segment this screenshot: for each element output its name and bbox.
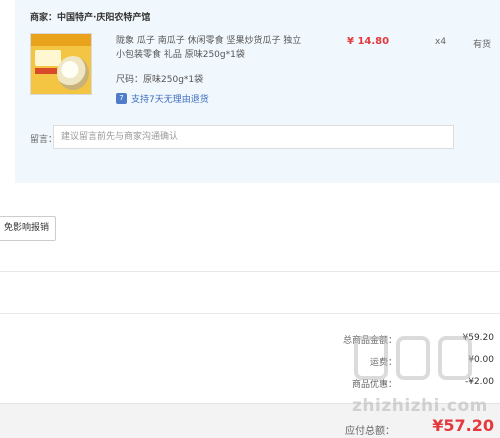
payable-total: ¥57.20 bbox=[432, 416, 494, 435]
goods-total-value: ¥59.20 bbox=[462, 333, 495, 343]
divider bbox=[0, 271, 500, 272]
product-thumbnail[interactable] bbox=[30, 33, 92, 95]
remark-input[interactable] bbox=[53, 125, 454, 149]
shop-label: 商家： bbox=[30, 13, 58, 23]
product-spec: 尺码：原味250g*1袋 bbox=[116, 72, 203, 85]
order-card: 商家：中国特产·庆阳农特产馆 陇象 瓜子 南瓜子 休闲零食 坚果炒货瓜子 独立小… bbox=[15, 0, 500, 183]
product-quantity: x4 bbox=[435, 37, 447, 47]
spec-label: 尺码： bbox=[116, 75, 144, 85]
goods-total-label: 总商品金额： bbox=[342, 336, 397, 346]
product-title-link[interactable]: 陇象 瓜子 南瓜子 休闲零食 坚果炒货瓜子 独立小包装零食 礼品 原味250g*… bbox=[116, 34, 306, 62]
seven-day-return-icon: 7 bbox=[116, 93, 127, 104]
shop-header: 商家：中国特产·庆阳农特产馆 bbox=[30, 10, 150, 23]
product-price: ¥ 14.80 bbox=[347, 36, 390, 47]
spec-value: 原味250g*1袋 bbox=[143, 75, 204, 85]
discount-label: 商品优惠： bbox=[351, 380, 397, 390]
payable-label: 应付总额： bbox=[345, 426, 395, 437]
discount-value: -¥2.00 bbox=[464, 377, 494, 387]
shop-name-link[interactable]: 中国特产·庆阳农特产馆 bbox=[57, 13, 150, 23]
invoice-option-button[interactable]: 免影响报销 bbox=[0, 216, 56, 241]
payable-bar: 应付总额： ¥57.20 bbox=[0, 403, 500, 438]
return-policy[interactable]: 7 支持7天无理由退货 bbox=[116, 92, 209, 105]
return-policy-text: 支持7天无理由退货 bbox=[131, 95, 209, 105]
freight-value: ¥0.00 bbox=[468, 355, 494, 365]
stock-status: 有货 bbox=[473, 40, 492, 50]
freight-label: 运费： bbox=[369, 358, 397, 368]
divider bbox=[0, 313, 500, 314]
